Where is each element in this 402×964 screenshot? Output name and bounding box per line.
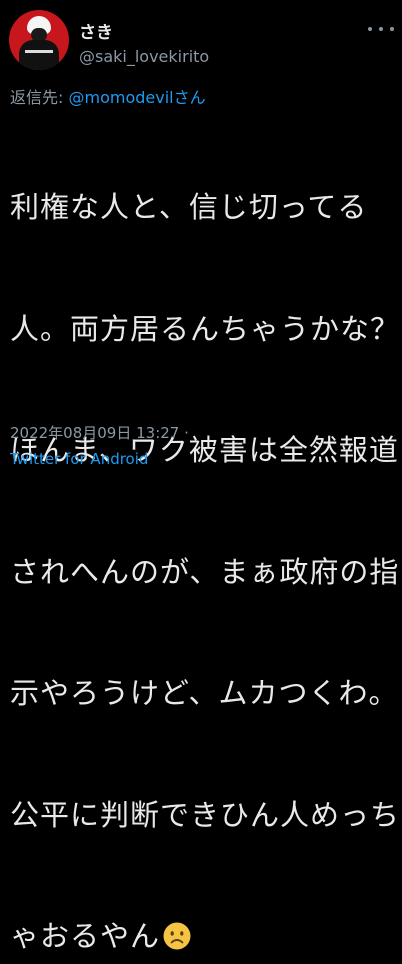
more-dot <box>390 27 394 31</box>
tweet-text-line: 示やろうけど、ムカつくわ。 <box>10 676 399 710</box>
tweet-text-line: されへんのが、まぁ政府の指 <box>10 554 400 589</box>
tweet-header: さき @saki_lovekirito <box>0 0 402 78</box>
sad-face-emoji-icon <box>163 922 191 950</box>
more-options-icon[interactable] <box>368 22 394 36</box>
more-dot <box>379 27 383 31</box>
reply-to-mention-link[interactable]: @momodevilさん <box>68 88 205 107</box>
tweet-text-line: 人。両方居るんちゃうかな？ <box>10 311 401 346</box>
avatar[interactable] <box>9 10 69 70</box>
tweet-text-line: ゃおるやん <box>10 919 161 953</box>
display-name[interactable]: さき <box>79 18 113 43</box>
tweet-source-link[interactable]: Twitter for Android <box>10 450 148 468</box>
tweet-text-line: 公平に判断できひん人めっち <box>10 797 401 832</box>
tweet-text-line-last: ゃおるやん <box>10 916 396 957</box>
tweet-text-line: 利権な人と、信じ切ってる <box>10 190 368 224</box>
tweet-timestamp[interactable]: 2022年08月09日 13:27 · <box>10 422 189 443</box>
reply-to: 返信先: @momodevilさん <box>10 84 206 108</box>
more-dot <box>368 27 372 31</box>
user-handle[interactable]: @saki_lovekirito <box>79 47 209 66</box>
reply-to-label: 返信先: <box>10 88 69 107</box>
avatar-shirt-print <box>25 50 53 53</box>
tweet-text: 利権な人と、信じ切ってる 人。両方居るんちゃうかな？ ほんま、ワク被害は全然報道… <box>10 106 401 964</box>
avatar-body <box>19 40 59 70</box>
